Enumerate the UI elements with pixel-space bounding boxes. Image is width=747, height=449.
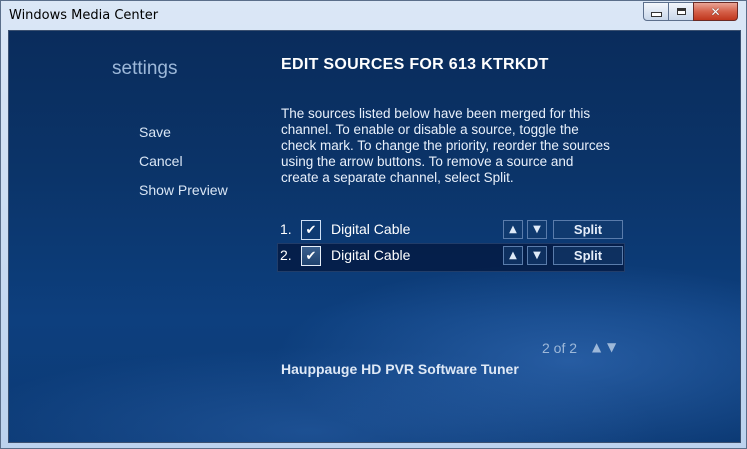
close-button[interactable]: ✕ <box>693 2 738 21</box>
minimize-icon <box>650 12 662 17</box>
window-title: Windows Media Center <box>9 8 159 23</box>
content-frame <box>8 30 741 443</box>
minimize-button[interactable] <box>643 2 669 21</box>
caption-buttons: ✕ <box>643 2 738 21</box>
app-window: Windows Media Center ✕ settings Save Can… <box>0 0 747 449</box>
close-icon: ✕ <box>710 4 721 19</box>
maximize-button[interactable] <box>668 2 694 21</box>
title-bar[interactable]: Windows Media Center ✕ <box>1 1 746 30</box>
maximize-icon <box>676 8 686 15</box>
